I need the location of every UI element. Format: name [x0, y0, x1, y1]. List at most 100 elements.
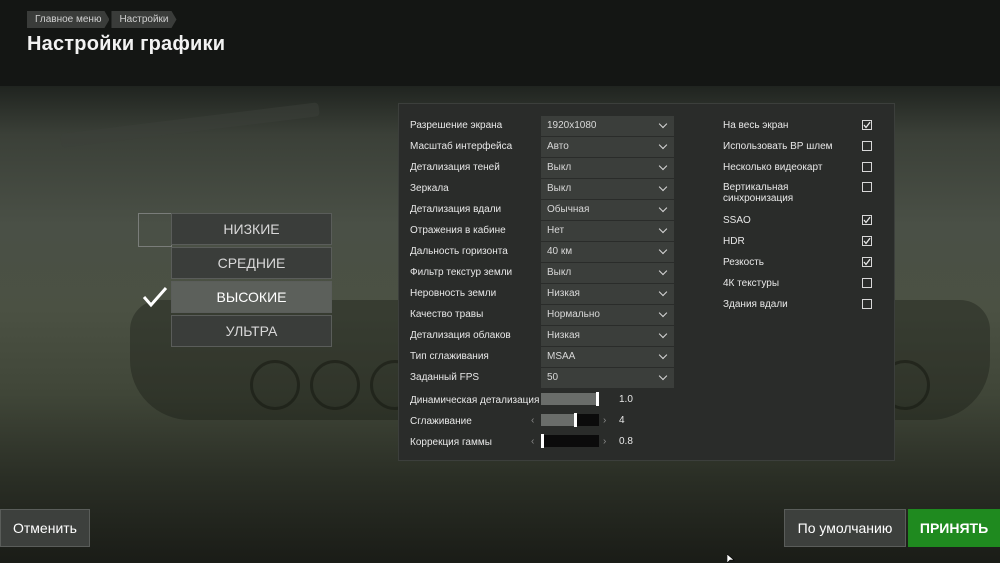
slider-value: 0.8	[619, 436, 633, 447]
mirrors-select[interactable]: Выкл	[541, 179, 674, 199]
chevron-down-icon	[658, 371, 668, 381]
preset-ultra-button[interactable]: УЛЬТРА	[171, 315, 332, 347]
fullscreen-checkbox[interactable]	[862, 120, 872, 130]
slider-value: 4	[619, 415, 625, 426]
breadcrumb-settings[interactable]: Настройки	[111, 11, 176, 28]
option-label: Вертикальная синхронизация	[723, 182, 794, 204]
chevron-right-icon[interactable]: ›	[603, 436, 606, 447]
dynamic-detail-slider[interactable]	[541, 392, 599, 406]
chevron-down-icon	[658, 266, 668, 276]
chevron-down-icon	[658, 161, 668, 171]
cancel-button[interactable]: Отменить	[0, 509, 90, 547]
option-label: SSAO	[723, 215, 751, 226]
setting-label: Неровность земли	[410, 288, 497, 299]
ssao-checkbox[interactable]	[862, 215, 872, 225]
slider-thumb[interactable]	[541, 434, 544, 448]
mouse-cursor-icon	[727, 554, 735, 563]
chevron-down-icon	[658, 203, 668, 213]
shadows-select[interactable]: Выкл	[541, 158, 674, 178]
preset-low-button[interactable]: НИЗКИЕ	[171, 213, 332, 245]
slider-thumb[interactable]	[596, 392, 599, 406]
slider-gamma: Коррекция гаммы ‹ › 0.8	[410, 433, 650, 451]
distance-detail-select[interactable]: Обычная	[541, 200, 674, 220]
checkmark-icon	[863, 237, 871, 245]
slider-label: Сглаживание	[410, 416, 472, 427]
chevron-down-icon	[658, 287, 668, 297]
setting-label: Зеркала	[410, 183, 449, 194]
option-label: На весь экран	[723, 120, 789, 131]
cockpit-reflections-select[interactable]: Нет	[541, 221, 674, 241]
breadcrumb-main-menu[interactable]: Главное меню	[27, 11, 109, 28]
setting-label: Детализация вдали	[410, 204, 502, 215]
vsync-checkbox[interactable]	[862, 182, 872, 192]
target-fps-select[interactable]: 50	[541, 368, 674, 388]
settings-panel: Разрешение экрана 1920x1080 Масштаб инте…	[398, 103, 895, 461]
gamma-slider[interactable]	[541, 434, 599, 448]
chevron-left-icon[interactable]: ‹	[531, 436, 534, 447]
reset-default-button[interactable]: По умолчанию	[784, 509, 906, 547]
setting-label: Отражения в кабине	[410, 225, 506, 236]
checkmark-icon	[142, 287, 168, 308]
chevron-right-icon[interactable]: ›	[603, 415, 606, 426]
slider-label: Коррекция гаммы	[410, 437, 492, 448]
checkmark-icon	[863, 258, 871, 266]
slider-fill	[541, 393, 597, 405]
chevron-down-icon	[658, 245, 668, 255]
option-label: Несколько видеокарт	[723, 162, 823, 173]
setting-cockpit-reflections: Отражения в кабине Нет	[410, 221, 674, 242]
horizon-distance-select[interactable]: 40 км	[541, 242, 674, 262]
slider-label: Динамическая детализация	[410, 395, 540, 406]
grass-quality-select[interactable]: Нормально	[541, 305, 674, 325]
option-label: 4К текстуры	[723, 278, 780, 289]
ground-texture-filter-select[interactable]: Выкл	[541, 263, 674, 283]
setting-label: Фильтр текстур земли	[410, 267, 513, 278]
setting-horizon-distance: Дальность горизонта 40 км	[410, 242, 674, 263]
4k-textures-checkbox[interactable]	[862, 278, 872, 288]
distant-buildings-checkbox[interactable]	[862, 299, 872, 309]
setting-label: Дальность горизонта	[410, 246, 508, 257]
chevron-down-icon	[658, 350, 668, 360]
setting-label: Детализация теней	[410, 162, 500, 173]
antialiasing-type-select[interactable]: MSAA	[541, 347, 674, 367]
setting-distance-detail: Детализация вдали Обычная	[410, 200, 674, 221]
ground-roughness-select[interactable]: Низкая	[541, 284, 674, 304]
setting-label: Масштаб интерфейса	[410, 141, 513, 152]
slider-value: 1.0	[619, 394, 633, 405]
setting-label: Тип сглаживания	[410, 351, 489, 362]
setting-cloud-detail: Детализация облаков Низкая	[410, 326, 674, 347]
setting-ground-roughness: Неровность земли Низкая	[410, 284, 674, 305]
chevron-down-icon	[658, 119, 668, 129]
cloud-detail-select[interactable]: Низкая	[541, 326, 674, 346]
graphics-presets: НИЗКИЕ СРЕДНИЕ ВЫСОКИЕ УЛЬТРА	[171, 213, 332, 349]
setting-label: Заданный FPS	[410, 372, 480, 383]
slider-smoothing: Сглаживание ‹ › 4	[410, 412, 650, 430]
multi-gpu-checkbox[interactable]	[862, 162, 872, 172]
chevron-down-icon	[658, 182, 668, 192]
preset-indicator-box	[138, 213, 172, 247]
page-title: Настройки графики	[27, 33, 226, 55]
hdr-checkbox[interactable]	[862, 236, 872, 246]
chevron-left-icon[interactable]: ‹	[531, 415, 534, 426]
checkmark-icon	[863, 216, 871, 224]
setting-antialiasing-type: Тип сглаживания MSAA	[410, 347, 674, 368]
slider-fill	[541, 414, 575, 426]
tank-barrel-silhouette	[60, 102, 320, 148]
smoothing-slider[interactable]	[541, 413, 599, 427]
sharpness-checkbox[interactable]	[862, 257, 872, 267]
vr-headset-checkbox[interactable]	[862, 141, 872, 151]
breadcrumb: Главное меню Настройки	[27, 11, 179, 28]
checkmark-icon	[863, 121, 871, 129]
slider-thumb[interactable]	[574, 413, 577, 427]
chevron-down-icon	[658, 224, 668, 234]
accept-button[interactable]: ПРИНЯТЬ	[908, 509, 1000, 547]
preset-high-button[interactable]: ВЫСОКИЕ	[171, 281, 332, 313]
chevron-down-icon	[658, 140, 668, 150]
chevron-down-icon	[658, 308, 668, 318]
option-label: HDR	[723, 236, 745, 247]
resolution-select[interactable]: 1920x1080	[541, 116, 674, 136]
preset-medium-button[interactable]: СРЕДНИЕ	[171, 247, 332, 279]
setting-ui-scale: Масштаб интерфейса Авто	[410, 137, 674, 158]
setting-label: Детализация облаков	[410, 330, 511, 341]
setting-label: Качество травы	[410, 309, 484, 320]
ui-scale-select[interactable]: Авто	[541, 137, 674, 157]
